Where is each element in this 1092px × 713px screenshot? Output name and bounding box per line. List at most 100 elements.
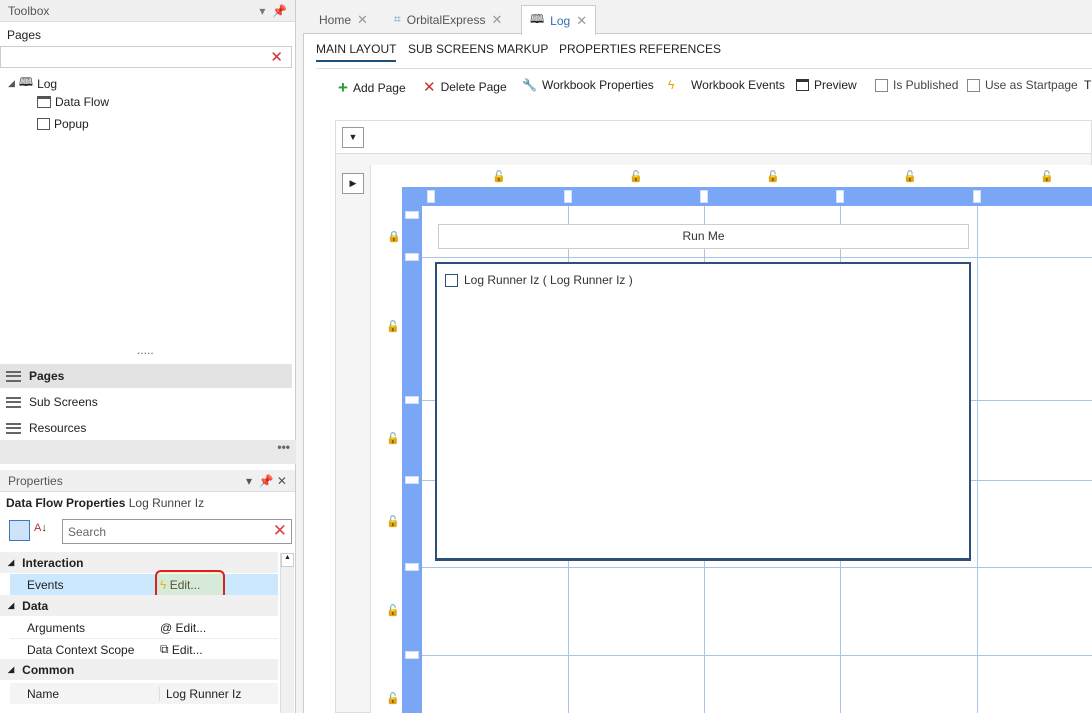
close-tab-icon[interactable]: ✕ <box>576 13 587 29</box>
unlock-icon[interactable]: 🔓 <box>386 432 400 445</box>
tree-item-log[interactable]: ◢ 🕮 Log <box>8 73 57 94</box>
nav-pages[interactable]: Pages <box>0 364 292 388</box>
subtab-markup[interactable]: MARKUP <box>497 42 548 56</box>
lightning-icon: ϟ <box>668 78 675 92</box>
group-common[interactable]: ◢ Common <box>0 659 278 680</box>
property-data-context-scope[interactable]: Data Context Scope ⧉ Edit... <box>10 639 278 660</box>
properties-header: Properties ▾ 📌 ✕ <box>0 470 295 492</box>
properties-subheader: Data Flow Properties Log Runner Iz <box>6 496 205 510</box>
property-arguments[interactable]: Arguments @ Edit... <box>10 618 278 639</box>
menu-icon <box>6 396 21 408</box>
arguments-icon: @ <box>160 621 173 635</box>
row-handle[interactable] <box>405 651 419 659</box>
subtab-sub-screens[interactable]: SUB SCREENS <box>408 42 494 56</box>
workflow-icon: ⌗ <box>394 12 401 26</box>
toolbox-panel: Toolbox ▾ 📌 Pages ✕ ◢ 🕮 Log Data Flow Popu… <box>0 0 296 470</box>
log-runner-component[interactable]: Log Runner Iz ( Log Runner Iz ) <box>435 262 971 561</box>
subtab-main-layout[interactable]: MAIN LAYOUT <box>316 42 397 62</box>
property-search-input[interactable]: Search ✕ <box>62 519 292 544</box>
scope-icon: ⧉ <box>160 642 169 656</box>
property-events[interactable]: Events ϟ Edit... <box>10 574 278 595</box>
column-handle[interactable] <box>700 190 708 203</box>
book-icon: 🕮 <box>18 75 34 89</box>
dataflow-icon <box>37 96 51 108</box>
run-me-button[interactable]: Run Me <box>438 224 969 249</box>
unlock-icon[interactable]: 🔓 <box>766 170 780 183</box>
dropdown-button[interactable]: ▼ <box>342 127 364 148</box>
unlock-icon[interactable]: 🔓 <box>386 515 400 528</box>
subtab-references[interactable]: REFERENCES <box>639 42 721 56</box>
group-interaction[interactable]: ◢ Interaction <box>0 552 278 573</box>
splitter-handle[interactable]: ..... <box>137 343 154 357</box>
group-data[interactable]: ◢ Data <box>0 595 278 616</box>
arguments-edit-button[interactable]: Edit... <box>176 621 207 635</box>
scope-edit-button[interactable]: Edit... <box>172 643 203 657</box>
row-handle[interactable] <box>405 396 419 404</box>
row-handle[interactable] <box>405 253 419 261</box>
plus-icon: + <box>338 78 348 97</box>
row-handle[interactable] <box>405 476 419 484</box>
expand-button[interactable]: ▶ <box>342 173 364 194</box>
toolbox-header: Toolbox ▾ 📌 <box>0 0 295 22</box>
property-name[interactable]: Name Log Runner Iz <box>10 683 278 704</box>
grid-row-line <box>422 567 1092 568</box>
workbook-properties-button[interactable]: 🔧 Workbook Properties <box>522 78 654 92</box>
wrench-icon: 🔧 <box>522 78 537 92</box>
use-as-startpage-checkbox[interactable]: Use as Startpage <box>967 78 1078 92</box>
toolbar-overflow: T <box>1084 78 1092 92</box>
close-icon[interactable]: ▾ 📌 ✕ <box>246 474 287 488</box>
grid-left-bar[interactable] <box>402 187 422 713</box>
delete-icon: ✕ <box>423 79 436 96</box>
menu-icon <box>6 370 21 382</box>
is-published-checkbox[interactable]: Is Published <box>875 78 958 92</box>
column-handle[interactable] <box>973 190 981 203</box>
nav-resources[interactable]: Resources <box>0 416 292 440</box>
toolbox-title: Toolbox <box>8 4 50 18</box>
pages-label: Pages <box>7 28 42 42</box>
column-handle[interactable] <box>427 190 435 203</box>
more-icon[interactable]: ••• <box>0 440 296 464</box>
clear-search-icon[interactable]: ✕ <box>273 521 287 541</box>
divider <box>316 68 1092 69</box>
close-tab-icon[interactable]: ✕ <box>357 12 368 28</box>
popup-icon <box>37 118 50 130</box>
sort-alpha-icon[interactable]: A↓ <box>34 522 47 534</box>
unlock-icon[interactable]: 🔓 <box>629 170 643 183</box>
unlock-icon[interactable]: 🔓 <box>492 170 506 183</box>
tree-item-popup[interactable]: Popup <box>37 117 89 131</box>
unlock-icon[interactable]: 🔓 <box>1040 170 1054 183</box>
pin-icon[interactable]: ▾ 📌 <box>259 4 287 18</box>
preview-button[interactable]: Preview <box>796 78 857 92</box>
grid-top-bar[interactable] <box>402 187 1092 206</box>
column-handle[interactable] <box>836 190 844 203</box>
column-handle[interactable] <box>564 190 572 203</box>
categorized-icon[interactable] <box>9 520 30 541</box>
tree-item-data-flow[interactable]: Data Flow <box>37 95 109 109</box>
lock-icon[interactable]: 🔒 <box>387 230 401 243</box>
subtab-properties[interactable]: PROPERTIES <box>559 42 636 56</box>
close-tab-icon[interactable]: ✕ <box>491 12 502 28</box>
unlock-icon[interactable]: 🔓 <box>386 320 400 333</box>
nav-sub-screens[interactable]: Sub Screens <box>0 390 292 414</box>
grid-row-line <box>422 655 1092 656</box>
tab-orbitalexpress[interactable]: ⌗ OrbitalExpress ✕ <box>386 5 510 34</box>
properties-panel: Properties ▾ 📌 ✕ Data Flow Properties Lo… <box>0 470 296 713</box>
grid-row-line <box>422 257 1092 258</box>
book-icon: 🕮 <box>530 12 545 26</box>
unlock-icon[interactable]: 🔓 <box>386 604 400 617</box>
dataflow-icon <box>445 273 458 287</box>
add-page-button[interactable]: + Add Page <box>338 78 406 98</box>
clear-icon[interactable]: ✕ <box>270 48 283 66</box>
properties-scrollbar[interactable]: ▲ <box>280 553 294 713</box>
tab-log[interactable]: 🕮 Log ✕ <box>521 5 597 35</box>
tab-home[interactable]: Home ✕ <box>311 5 376 34</box>
unlock-icon[interactable]: 🔓 <box>386 692 400 705</box>
workbook-events-button[interactable]: ϟ Workbook Events <box>668 78 785 92</box>
expand-icon[interactable]: ◢ <box>8 78 15 89</box>
unlock-icon[interactable]: 🔓 <box>903 170 917 183</box>
menu-icon <box>6 422 21 434</box>
row-handle[interactable] <box>405 211 419 219</box>
delete-page-button[interactable]: ✕ Delete Page <box>423 78 507 96</box>
pages-filter-input[interactable]: ✕ <box>0 46 292 68</box>
row-handle[interactable] <box>405 563 419 571</box>
